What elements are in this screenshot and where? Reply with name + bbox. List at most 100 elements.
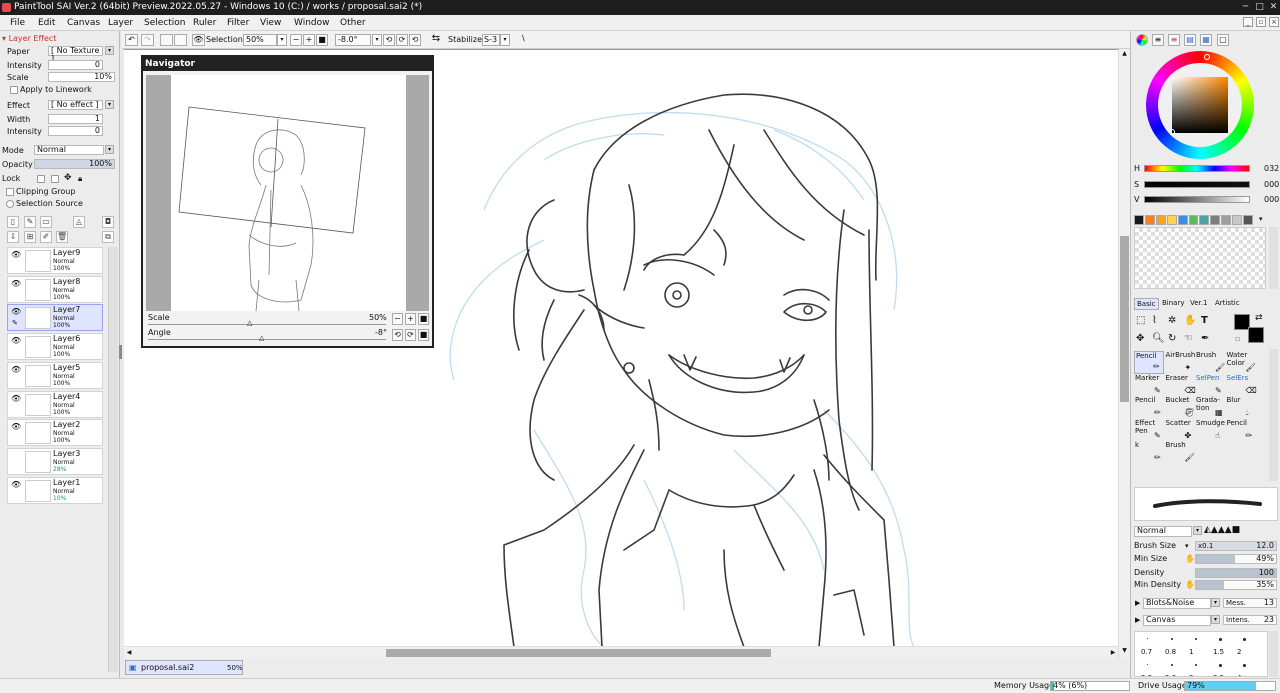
lasso-icon[interactable]: ⌇ (1152, 316, 1157, 326)
rotate-ccw-icon[interactable]: ⟲ (383, 34, 395, 46)
close-button[interactable]: ✕ (1268, 2, 1279, 13)
rgb-slider-mode-icon[interactable]: ≡ (1152, 34, 1164, 46)
color-swatch[interactable] (1199, 215, 1210, 225)
tool-brush-button[interactable]: Brush 🖌︎ (1165, 441, 1195, 464)
eyedropper-icon[interactable]: ✒ (1201, 334, 1209, 344)
merge-down-icon[interactable]: ⊞ (24, 231, 36, 243)
brush-size-preset[interactable]: 2 (1237, 647, 1241, 657)
secondary-color-swatch[interactable] (1248, 327, 1264, 343)
rotate-cw-icon[interactable]: ⟳ (396, 34, 408, 46)
lock-transparency-icon[interactable] (37, 175, 45, 183)
layer-settings-icon[interactable]: ◬ (73, 216, 85, 228)
color-swatch[interactable] (1166, 215, 1177, 225)
brush-size-preset-dot[interactable] (1195, 664, 1197, 666)
brush-shape-icons[interactable]: ◭▲▲▲■ (1204, 525, 1240, 535)
panel-splitter[interactable] (119, 345, 122, 359)
layer-mask-icon[interactable]: ◘ (102, 216, 114, 228)
brush-size-preset-dot[interactable] (1147, 638, 1148, 639)
canvas-horizontal-scrollbar[interactable]: ◀ ▶ (124, 646, 1118, 658)
effect-select[interactable]: [ No effect ] (48, 100, 103, 110)
mode-select[interactable]: Normal (34, 145, 104, 155)
hand-tool-icon[interactable]: ☜ (1184, 334, 1193, 344)
color-wheel-mode-icon[interactable] (1136, 34, 1148, 46)
density-slider[interactable]: 100 (1195, 568, 1277, 578)
mdi-close-button[interactable]: × (1269, 17, 1279, 27)
visibility-eye-icon[interactable]: 👁︎ (11, 394, 21, 403)
tool-tab-binary[interactable]: Binary (1160, 298, 1187, 308)
tool-bucket-button[interactable]: Bucket 🪣︎ (1165, 396, 1195, 419)
object-select-icon[interactable]: ✋ (1184, 316, 1196, 326)
hue-slider[interactable] (1144, 165, 1250, 172)
layer-row[interactable]: 👁︎ Layer9 Normal 100% (7, 247, 103, 274)
flip-horizontal-icon[interactable]: ⇆ (429, 34, 443, 46)
mess-slider[interactable]: Mess. 13 (1223, 598, 1277, 608)
intens-slider[interactable]: Intens. 23 (1223, 615, 1277, 625)
tool-blur-button[interactable]: Blur 💧︎ (1226, 396, 1256, 419)
rotate-reset-icon[interactable]: ⟲ (409, 34, 421, 46)
brush-size-preset[interactable]: 2.3 (1141, 673, 1152, 676)
tool-airbrush-button[interactable]: AirBrush ✦ (1165, 351, 1196, 374)
brush-size-preset-dot[interactable] (1219, 664, 1222, 667)
clipping-group-checkbox[interactable] (6, 188, 14, 196)
navigator-rotate-ccw-icon[interactable]: ⟲ (392, 329, 403, 341)
scratchpad-scrollbar[interactable] (1269, 227, 1278, 289)
tool-marker-button[interactable]: Marker ✎ (1134, 374, 1164, 397)
lock-all-icon[interactable]: 🔒︎ (78, 173, 82, 184)
tool-pencil-button[interactable]: Pencil ✏ (1226, 419, 1256, 442)
navigator-rotate-reset-icon[interactable]: ■ (418, 329, 429, 341)
color-swatch[interactable] (1134, 215, 1144, 225)
tool-tab-basic[interactable]: Basic (1134, 298, 1159, 310)
navigator-zoom-out-icon[interactable]: − (392, 313, 403, 325)
color-swatch[interactable] (1155, 215, 1166, 225)
redo-icon[interactable]: ↷ (141, 34, 154, 46)
layer-row[interactable]: 👁︎ Layer8 Normal 100% (7, 275, 103, 303)
apply-linework-checkbox[interactable] (10, 86, 18, 94)
brush-size-preset[interactable]: 0.7 (1141, 647, 1152, 657)
layer-row[interactable]: 👁︎ Layer6 Normal 100% (7, 333, 103, 361)
presets-scrollbar[interactable] (1269, 631, 1278, 677)
navigator-angle-slider[interactable] (148, 339, 386, 340)
color-swatch[interactable] (1177, 215, 1188, 225)
swatch-mode-icon[interactable]: ▤ (1184, 34, 1196, 46)
clear-layer-icon[interactable]: ✐ (40, 231, 52, 243)
tool-pencil-button[interactable]: Pencil ✏ (1134, 396, 1164, 419)
min-size-pressure-icon[interactable]: ✋ (1185, 554, 1195, 564)
blots-dropdown-icon[interactable]: ▾ (1211, 598, 1220, 607)
new-linework-layer-icon[interactable]: ✎ (24, 216, 36, 228)
visibility-eye-icon[interactable]: 👁︎ (11, 365, 21, 374)
tool-effect-button[interactable]: Effect Pen ✎ (1134, 419, 1164, 442)
angle-field[interactable]: -8.0° (335, 34, 371, 46)
layer-row[interactable]: 👁︎ Layer7 Normal 100% ✎ (7, 304, 103, 332)
tool-selers-button[interactable]: SelErs ⌫ (1226, 374, 1257, 397)
canvas-texture-expand-icon[interactable]: ▶ (1135, 615, 1140, 625)
color-swatch[interactable] (1232, 215, 1243, 225)
tool-tab-artistic[interactable]: Artistic (1213, 298, 1242, 308)
canvas-texture-dropdown-icon[interactable]: ▾ (1211, 615, 1220, 624)
saturation-value-square[interactable] (1172, 77, 1228, 133)
scroll-up-icon[interactable]: ▲ (1119, 49, 1130, 59)
paper-dropdown-icon[interactable]: ▾ (105, 46, 114, 55)
tool-tab-ver1[interactable]: Ver.1 (1188, 298, 1209, 308)
menu-window[interactable]: Window (294, 15, 330, 31)
delete-layer-icon[interactable]: 🗑︎ (56, 231, 68, 243)
brush-size-preset-dot[interactable] (1219, 638, 1222, 641)
selection-visibility-icon[interactable]: 👁︎ (192, 34, 205, 46)
effect-dropdown-icon[interactable]: ▾ (105, 100, 114, 109)
brush-size-preset[interactable]: 3 (1189, 673, 1193, 676)
vertical-scroll-thumb[interactable] (1120, 236, 1129, 402)
sv-cursor[interactable] (1169, 129, 1175, 135)
scroll-left-icon[interactable]: ◀ (124, 647, 134, 658)
mdi-minimize-button[interactable]: _ (1243, 17, 1253, 27)
navigator-scale-thumb[interactable]: △ (247, 318, 252, 328)
new-layer-icon[interactable]: ▯ (7, 216, 19, 228)
mdi-restore-button[interactable]: ▫ (1256, 17, 1266, 27)
hsv-slider-mode-icon[interactable]: ≡ (1168, 34, 1180, 46)
brush-size-preset[interactable]: 0.8 (1165, 647, 1176, 657)
document-tab[interactable]: ▣ proposal.sai2 50% (125, 660, 243, 675)
menu-edit[interactable]: Edit (38, 15, 55, 31)
zoom-in-icon[interactable]: + (303, 34, 315, 46)
zoom-reset-icon[interactable]: ■ (316, 34, 328, 46)
canvas-vertical-scrollbar[interactable]: ▲ ▼ (1118, 49, 1130, 658)
saturation-slider[interactable] (1144, 181, 1250, 188)
stabilizer-dropdown-icon[interactable]: ▾ (500, 34, 510, 46)
